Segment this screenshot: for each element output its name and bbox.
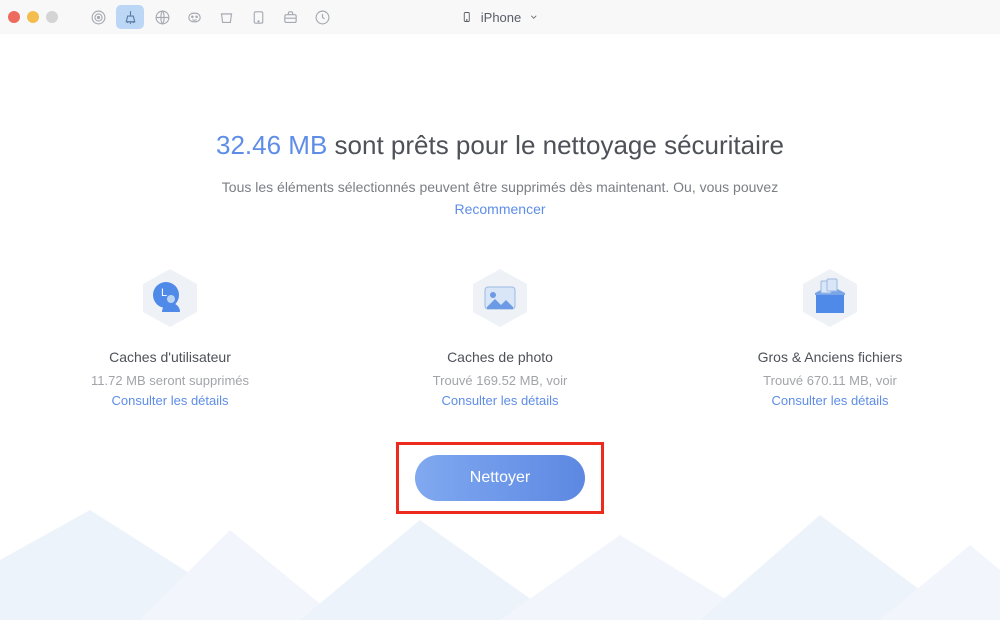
card-title: Caches d'utilisateur (70, 349, 270, 365)
subline: Tous les éléments sélectionnés peuvent ê… (0, 179, 1000, 195)
main-content: 32.46 MB sont prêts pour le nettoyage sé… (0, 34, 1000, 514)
card-sub: Trouvé 670.11 MB, voir (730, 373, 930, 388)
background-mountains (0, 500, 1000, 620)
close-window-button[interactable] (8, 11, 20, 23)
device-selector[interactable]: iPhone (461, 10, 539, 25)
svg-text:L: L (161, 287, 167, 299)
card-sub: Trouvé 169.52 MB, voir (400, 373, 600, 388)
device-name: iPhone (481, 10, 521, 25)
card-details-link[interactable]: Consulter les détails (730, 393, 930, 408)
restart-link[interactable]: Recommencer (454, 201, 545, 217)
phone-icon (461, 10, 473, 24)
chevron-down-icon (529, 12, 539, 22)
card-details-link[interactable]: Consulter les détails (70, 393, 270, 408)
card-large-old-files: Gros & Anciens fichiers Trouvé 670.11 MB… (730, 265, 930, 408)
mask-icon[interactable] (180, 5, 208, 29)
action-area: Nettoyer (0, 442, 1000, 514)
card-sub: 11.72 MB seront supprimés (70, 373, 270, 388)
cards-row: L Caches d'utilisateur 11.72 MB seront s… (0, 265, 1000, 408)
large-files-icon (797, 265, 863, 331)
card-user-caches: L Caches d'utilisateur 11.72 MB seront s… (70, 265, 270, 408)
clean-icon[interactable] (116, 5, 144, 29)
briefcase-icon[interactable] (276, 5, 304, 29)
globe-icon[interactable] (148, 5, 176, 29)
window-controls (8, 11, 58, 23)
photo-cache-icon (467, 265, 533, 331)
clean-button[interactable]: Nettoyer (415, 455, 585, 501)
card-photo-caches: Caches de photo Trouvé 169.52 MB, voir C… (400, 265, 600, 408)
fullscreen-window-button[interactable] (46, 11, 58, 23)
headline-size: 32.46 MB (216, 130, 327, 160)
history-icon[interactable] (308, 5, 336, 29)
tablet-icon[interactable] (244, 5, 272, 29)
card-details-link[interactable]: Consulter les détails (400, 393, 600, 408)
trash-icon[interactable] (212, 5, 240, 29)
tool-icons (84, 5, 336, 29)
toolbar: iPhone (0, 0, 1000, 34)
card-title: Gros & Anciens fichiers (730, 349, 930, 365)
minimize-window-button[interactable] (27, 11, 39, 23)
user-cache-icon: L (137, 265, 203, 331)
card-title: Caches de photo (400, 349, 600, 365)
headline-text: sont prêts pour le nettoyage sécuritaire (327, 130, 784, 160)
airplay-icon[interactable] (84, 5, 112, 29)
action-highlight-box: Nettoyer (396, 442, 604, 514)
headline: 32.46 MB sont prêts pour le nettoyage sé… (0, 130, 1000, 161)
